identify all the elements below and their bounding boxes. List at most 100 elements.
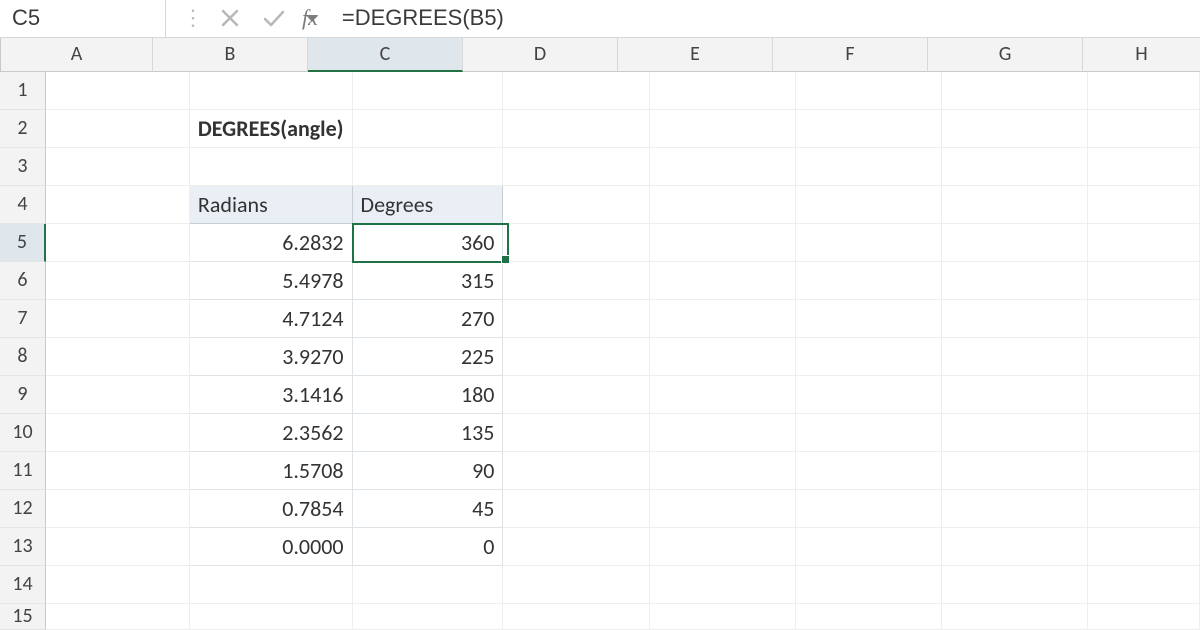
cell-D4[interactable] <box>503 186 649 224</box>
cell-G2[interactable] <box>942 110 1088 148</box>
cell-A13[interactable] <box>46 528 189 566</box>
row-header-8[interactable]: 8 <box>0 338 46 376</box>
row-header-13[interactable]: 13 <box>0 528 46 566</box>
cell-G11[interactable] <box>942 452 1088 490</box>
cell-B4[interactable]: Radians <box>189 186 352 224</box>
row-header-2[interactable]: 2 <box>0 110 46 148</box>
row-header-1[interactable]: 1 <box>0 72 46 110</box>
row-header-15[interactable]: 15 <box>0 604 46 630</box>
column-header-G[interactable]: G <box>928 38 1083 72</box>
cell-F2[interactable] <box>795 110 941 148</box>
cell-G5[interactable] <box>942 224 1088 262</box>
cell-G13[interactable] <box>942 528 1088 566</box>
cell-C2[interactable] <box>352 110 503 148</box>
cell-F4[interactable] <box>795 186 941 224</box>
cell-H1[interactable] <box>1088 72 1200 110</box>
cell-D1[interactable] <box>503 72 649 110</box>
row-header-14[interactable]: 14 <box>0 566 46 604</box>
cell-B5[interactable]: 6.2832 <box>189 224 352 262</box>
cell-A3[interactable] <box>46 148 189 186</box>
cell-C15[interactable] <box>352 604 503 630</box>
cell-A5[interactable] <box>46 224 189 262</box>
cell-B15[interactable] <box>189 604 352 630</box>
cell-A4[interactable] <box>46 186 189 224</box>
cell-G3[interactable] <box>942 148 1088 186</box>
cell-F3[interactable] <box>795 148 941 186</box>
cancel-formula-button[interactable] <box>208 0 252 37</box>
cell-G15[interactable] <box>942 604 1088 630</box>
row-header-3[interactable]: 3 <box>0 148 46 186</box>
cell-A15[interactable] <box>46 604 189 630</box>
cell-C8[interactable]: 225 <box>352 338 503 376</box>
cell-B11[interactable]: 1.5708 <box>189 452 352 490</box>
cell-G6[interactable] <box>942 262 1088 300</box>
column-header-A[interactable]: A <box>1 38 153 72</box>
cell-F15[interactable] <box>795 604 941 630</box>
cell-E15[interactable] <box>649 604 795 630</box>
column-header-H[interactable]: H <box>1083 38 1200 72</box>
cell-E11[interactable] <box>649 452 795 490</box>
cell-A7[interactable] <box>46 300 189 338</box>
cell-F12[interactable] <box>795 490 941 528</box>
cell-E12[interactable] <box>649 490 795 528</box>
cell-C10[interactable]: 135 <box>352 414 503 452</box>
cell-G10[interactable] <box>942 414 1088 452</box>
row-header-12[interactable]: 12 <box>0 490 46 528</box>
cell-D11[interactable] <box>503 452 649 490</box>
cell-E9[interactable] <box>649 376 795 414</box>
column-header-F[interactable]: F <box>773 38 928 72</box>
cell-B3[interactable] <box>189 148 352 186</box>
column-header-C[interactable]: C <box>308 38 463 72</box>
cell-B7[interactable]: 4.7124 <box>189 300 352 338</box>
cell-B6[interactable]: 5.4978 <box>189 262 352 300</box>
cell-F8[interactable] <box>795 338 941 376</box>
cell-area[interactable]: DEGREES(angle)RadiansDegrees6.28323605.4… <box>46 72 1200 630</box>
cell-E8[interactable] <box>649 338 795 376</box>
cell-A8[interactable] <box>46 338 189 376</box>
column-header-B[interactable]: B <box>153 38 308 72</box>
cell-D14[interactable] <box>503 566 649 604</box>
cell-E2[interactable] <box>649 110 795 148</box>
cell-F11[interactable] <box>795 452 941 490</box>
cell-H2[interactable] <box>1088 110 1200 148</box>
cell-C9[interactable]: 180 <box>352 376 503 414</box>
cell-B8[interactable]: 3.9270 <box>189 338 352 376</box>
cell-H7[interactable] <box>1088 300 1200 338</box>
cell-A6[interactable] <box>46 262 189 300</box>
cell-B12[interactable]: 0.7854 <box>189 490 352 528</box>
cell-G12[interactable] <box>942 490 1088 528</box>
cell-C1[interactable] <box>352 72 503 110</box>
cell-E13[interactable] <box>649 528 795 566</box>
cell-F7[interactable] <box>795 300 941 338</box>
formula-input[interactable] <box>332 2 1200 34</box>
cell-B1[interactable] <box>189 72 352 110</box>
cell-D15[interactable] <box>503 604 649 630</box>
row-header-4[interactable]: 4 <box>0 186 46 224</box>
cell-F9[interactable] <box>795 376 941 414</box>
cell-E7[interactable] <box>649 300 795 338</box>
cell-H9[interactable] <box>1088 376 1200 414</box>
cell-A2[interactable] <box>46 110 189 148</box>
row-header-10[interactable]: 10 <box>0 414 46 452</box>
cell-E5[interactable] <box>649 224 795 262</box>
cell-F14[interactable] <box>795 566 941 604</box>
cell-B2[interactable]: DEGREES(angle) <box>189 110 352 148</box>
cell-F6[interactable] <box>795 262 941 300</box>
cell-F5[interactable] <box>795 224 941 262</box>
cell-E3[interactable] <box>649 148 795 186</box>
cell-D8[interactable] <box>503 338 649 376</box>
cell-D13[interactable] <box>503 528 649 566</box>
cell-G14[interactable] <box>942 566 1088 604</box>
cell-E14[interactable] <box>649 566 795 604</box>
name-box-container[interactable] <box>0 0 166 37</box>
cell-D10[interactable] <box>503 414 649 452</box>
cell-G1[interactable] <box>942 72 1088 110</box>
cell-D2[interactable] <box>503 110 649 148</box>
cell-G9[interactable] <box>942 376 1088 414</box>
column-header-D[interactable]: D <box>463 38 618 72</box>
cell-A1[interactable] <box>46 72 189 110</box>
cell-E10[interactable] <box>649 414 795 452</box>
row-header-7[interactable]: 7 <box>0 300 46 338</box>
cell-C11[interactable]: 90 <box>352 452 503 490</box>
cell-C12[interactable]: 45 <box>352 490 503 528</box>
